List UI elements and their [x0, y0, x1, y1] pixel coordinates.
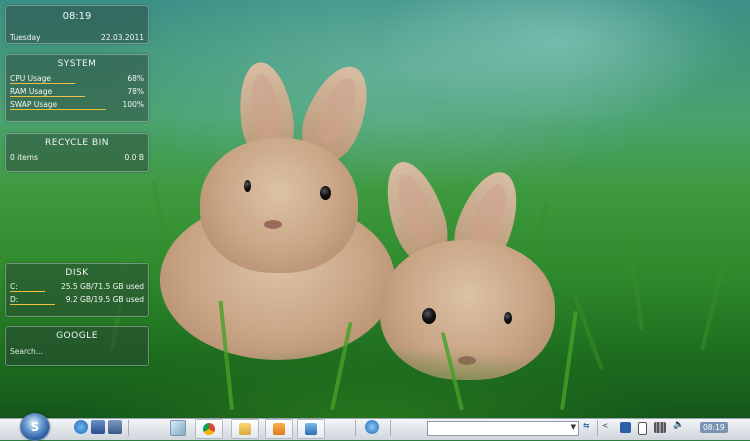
desktop-quicklaunch-icon[interactable] — [91, 420, 105, 434]
address-bar-input[interactable]: ▼ — [427, 421, 579, 436]
disk-d-value: 9.2 GB/19.5 GB used — [65, 295, 144, 304]
disk-d-bar — [10, 304, 55, 305]
system-title: SYSTEM — [57, 59, 97, 69]
ie-taskbar-icon[interactable] — [365, 420, 379, 434]
window-switch-quicklaunch-icon[interactable] — [108, 420, 122, 434]
cpu-usage-row: CPU Usage 68% — [6, 73, 148, 86]
cpu-usage-bar — [10, 83, 75, 84]
disk-c-bar — [10, 291, 45, 292]
swap-usage-row: SWAP Usage 100% — [6, 99, 148, 112]
tray-battery-icon[interactable] — [638, 422, 647, 435]
disk-c-value: 25.5 GB/71.5 GB used — [60, 282, 144, 291]
tray-clock[interactable]: 08:19 — [700, 422, 728, 433]
folder-icon — [239, 423, 251, 435]
swap-label: SWAP Usage — [10, 100, 58, 109]
tray-network-icon[interactable] — [620, 422, 631, 433]
clock-time: 08:19 — [62, 11, 92, 22]
tray-signal-icon[interactable] — [654, 422, 666, 433]
disk-d-row: D: 9.2 GB/19.5 GB used — [6, 294, 148, 307]
google-gadget: GOOGLE Search... — [5, 326, 149, 366]
cpu-label: CPU Usage — [10, 74, 52, 83]
google-search-input[interactable]: Search... — [10, 346, 43, 359]
swap-usage-bar — [10, 109, 106, 110]
recycle-bin-gadget[interactable]: RECYCLE BIN 0 items 0.0 B — [5, 133, 149, 172]
ram-label: RAM Usage — [10, 87, 53, 96]
go-arrow-icon[interactable]: ⇆ — [583, 421, 589, 430]
clock-gadget: 08:19 Tuesday 22.03.2011 — [5, 5, 149, 44]
address-dropdown-icon[interactable]: ▼ — [571, 423, 576, 431]
task-chrome-button[interactable] — [195, 419, 223, 439]
task-chat-button[interactable] — [297, 419, 325, 439]
start-logo-icon: S — [30, 420, 40, 434]
chat-icon — [305, 423, 317, 435]
chrome-icon — [203, 423, 215, 435]
clock-date: 22.03.2011 — [101, 33, 144, 42]
disk-gadget: DISK C: 25.5 GB/71.5 GB used D: 9.2 GB/1… — [5, 263, 149, 317]
quicklaunch-glass-icon[interactable] — [170, 420, 186, 436]
tray-volume-icon[interactable]: 🔈 — [673, 420, 684, 430]
start-button[interactable]: S — [20, 413, 50, 441]
disk-d-label: D: — [10, 295, 19, 304]
task-media-player-button[interactable] — [265, 419, 293, 439]
ram-usage-bar — [10, 96, 85, 97]
google-title: GOOGLE — [56, 331, 98, 341]
disk-c-label: C: — [10, 282, 18, 291]
recycle-bin-title: RECYCLE BIN — [45, 138, 109, 148]
swap-value: 100% — [122, 100, 144, 109]
ie-quicklaunch-icon[interactable] — [74, 420, 88, 434]
recycle-bin-size: 0.0 B — [124, 153, 144, 162]
cpu-value: 68% — [127, 74, 144, 83]
disk-title: DISK — [65, 268, 89, 278]
clock-day: Tuesday — [10, 33, 41, 42]
ram-usage-row: RAM Usage 78% — [6, 86, 148, 99]
tray-chevron-icon[interactable]: < — [602, 421, 608, 430]
task-explorer-button[interactable] — [231, 419, 259, 439]
media-player-icon — [273, 423, 285, 435]
system-gadget: SYSTEM CPU Usage 68% RAM Usage 78% SWAP … — [5, 54, 149, 122]
disk-c-row: C: 25.5 GB/71.5 GB used — [6, 281, 148, 294]
recycle-bin-items: 0 items — [10, 153, 39, 162]
ram-value: 78% — [127, 87, 144, 96]
